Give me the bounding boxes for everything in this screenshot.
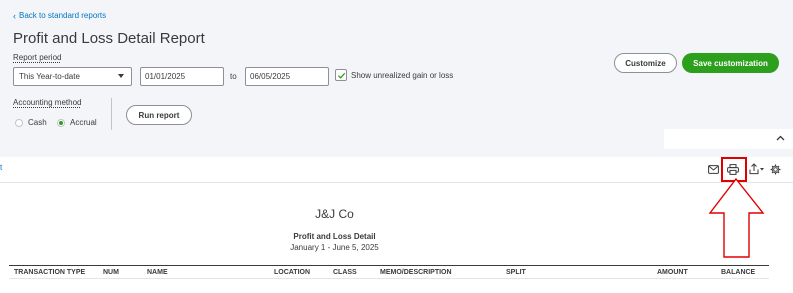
report-settings-panel: ‹ Back to standard reports Profit and Lo… bbox=[0, 0, 793, 130]
end-date-value: 06/05/2025 bbox=[250, 72, 291, 81]
report-name: Profit and Loss Detail bbox=[293, 232, 376, 241]
column-header[interactable]: CLASS bbox=[333, 269, 357, 276]
column-header[interactable]: NAME bbox=[147, 269, 168, 276]
column-header[interactable]: TRANSACTION TYPE bbox=[14, 269, 85, 276]
accrual-radio-option[interactable]: Accrual bbox=[57, 118, 97, 127]
annotation-arrow-up-icon bbox=[708, 177, 765, 258]
cash-radio-option[interactable]: Cash bbox=[15, 118, 47, 127]
column-header[interactable]: LOCATION bbox=[274, 269, 310, 276]
show-unrealized-label: Show unrealized gain or loss bbox=[351, 71, 454, 80]
accrual-radio[interactable] bbox=[57, 118, 65, 127]
show-unrealized-checkbox[interactable] bbox=[335, 69, 347, 81]
divider bbox=[111, 98, 112, 130]
caret-down-icon bbox=[118, 74, 124, 78]
end-date-input[interactable]: 06/05/2025 bbox=[245, 67, 329, 86]
customize-button[interactable]: Customize bbox=[614, 53, 677, 73]
to-label: to bbox=[230, 72, 237, 81]
report-period-value: This Year-to-date bbox=[19, 72, 80, 81]
back-link-label: Back to standard reports bbox=[19, 11, 107, 20]
report-period-select[interactable]: This Year-to-date bbox=[13, 67, 132, 86]
back-to-reports-link[interactable]: ‹ Back to standard reports bbox=[13, 11, 106, 20]
email-icon[interactable] bbox=[708, 165, 719, 174]
report-column-header: TRANSACTION TYPE NUM NAME LOCATION CLASS… bbox=[9, 265, 769, 279]
save-customization-button[interactable]: Save customization bbox=[682, 53, 779, 73]
column-header[interactable]: SPLIT bbox=[506, 269, 526, 276]
column-header[interactable]: AMOUNT bbox=[657, 269, 688, 276]
export-icon[interactable] bbox=[749, 163, 765, 175]
settings-icon[interactable] bbox=[770, 164, 781, 175]
column-header[interactable]: NUM bbox=[103, 269, 119, 276]
report-card: t J&J Co Profit and Loss Detail January … bbox=[0, 157, 793, 293]
start-date-input[interactable]: 01/01/2025 bbox=[140, 67, 224, 86]
cash-radio[interactable] bbox=[15, 118, 23, 127]
start-date-value: 01/01/2025 bbox=[145, 72, 186, 81]
checkmark-icon bbox=[337, 72, 346, 79]
page-title: Profit and Loss Detail Report bbox=[13, 30, 205, 47]
collapse-chevron-icon[interactable] bbox=[774, 131, 787, 144]
toolbar-left-link[interactable]: t bbox=[0, 163, 2, 172]
report-period-label: Report period bbox=[13, 53, 62, 62]
report-toolbar: t bbox=[0, 157, 793, 183]
company-name: J&J Co bbox=[315, 207, 354, 221]
accrual-label: Accrual bbox=[70, 118, 97, 127]
run-report-button[interactable]: Run report bbox=[126, 105, 192, 125]
report-date-range: January 1 - June 5, 2025 bbox=[290, 243, 379, 252]
column-header[interactable]: BALANCE bbox=[721, 269, 755, 276]
cash-label: Cash bbox=[28, 118, 47, 127]
accounting-method-label: Accounting method bbox=[13, 98, 82, 107]
column-header[interactable]: MEMO/DESCRIPTION bbox=[380, 269, 452, 276]
chevron-left-icon: ‹ bbox=[13, 10, 16, 21]
